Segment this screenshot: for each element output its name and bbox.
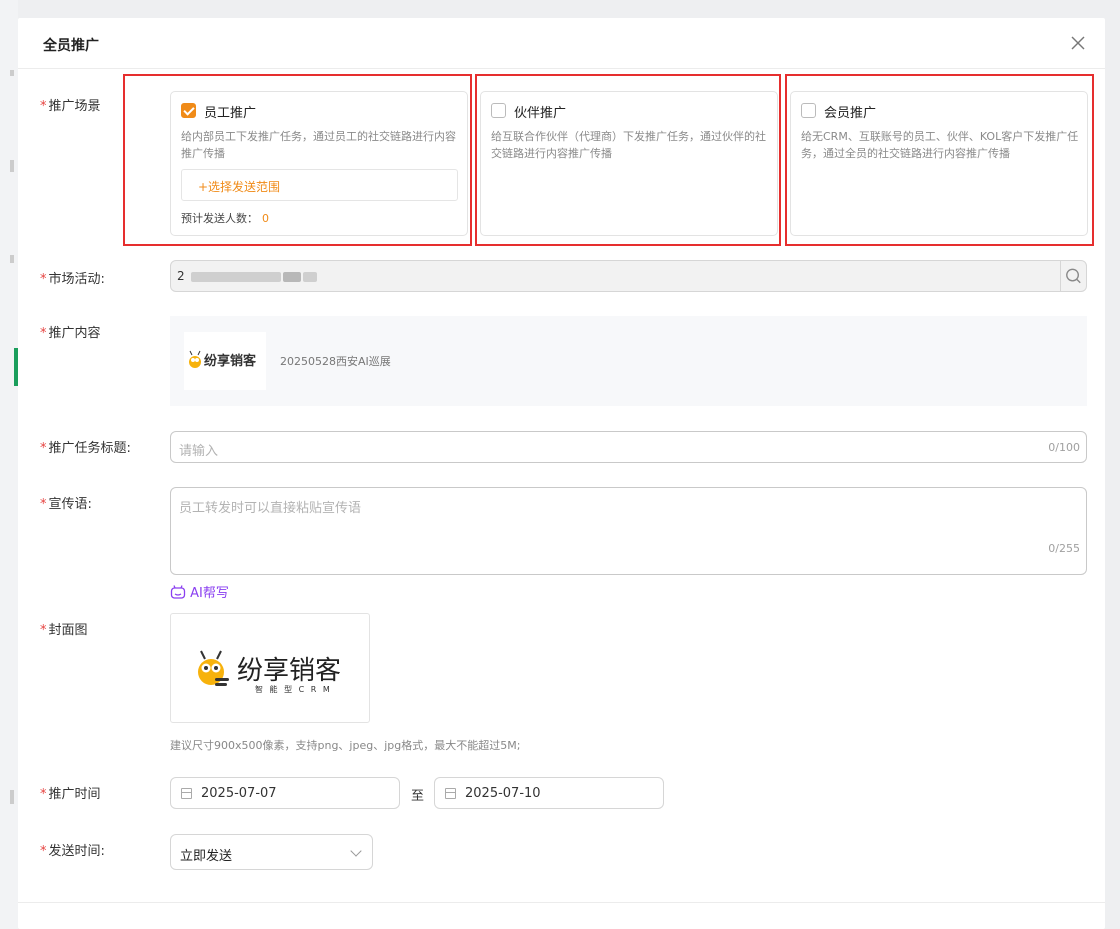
cover-image[interactable]: 纷享销客 智 能 型 C R M bbox=[170, 613, 370, 723]
promotion-dialog: 全员推广 * 推广场景 员工推广 给内部员工下发推广任务，通过员工的社交链路进行内… bbox=[18, 18, 1105, 929]
robot-icon bbox=[170, 585, 186, 599]
dialog-header: 全员推广 bbox=[18, 18, 1105, 69]
task-title-input[interactable]: 请输入 0/100 bbox=[170, 431, 1087, 463]
slogan-label: * 宣传语: bbox=[40, 497, 92, 512]
background-mark bbox=[10, 70, 14, 76]
blurred-value bbox=[191, 272, 281, 282]
background-mark bbox=[10, 160, 14, 172]
background-mark bbox=[10, 790, 14, 804]
calendar-icon bbox=[181, 788, 192, 799]
market-value: 2 bbox=[177, 269, 185, 283]
ai-write-button[interactable]: AI帮写 bbox=[170, 582, 229, 601]
content-thumbnail[interactable]: 纷享销客 bbox=[184, 332, 266, 390]
task-title-counter: 0/100 bbox=[1048, 441, 1080, 454]
highlight-frame bbox=[785, 74, 1094, 246]
content-panel: 纷享销客 20250528西安AI巡展 bbox=[170, 316, 1087, 406]
brand-name: 纷享销客 bbox=[237, 656, 342, 686]
task-title-label: * 推广任务标题: bbox=[40, 441, 131, 456]
content-logo-text: 纷享销客 bbox=[204, 354, 257, 369]
slogan-textarea[interactable]: 员工转发时可以直接粘贴宣传语 0/255 bbox=[170, 487, 1087, 575]
chevron-down-icon bbox=[350, 845, 362, 857]
brand-subtitle: 智 能 型 C R M bbox=[255, 685, 332, 694]
highlight-frame bbox=[475, 74, 781, 246]
market-activity-input[interactable]: 2 bbox=[170, 260, 1087, 292]
slogan-placeholder: 员工转发时可以直接粘贴宣传语 bbox=[179, 501, 362, 516]
start-date-picker[interactable]: 2025-07-07 bbox=[170, 777, 400, 809]
background-page bbox=[0, 0, 18, 929]
calendar-icon bbox=[445, 788, 456, 799]
slogan-counter: 0/255 bbox=[1048, 542, 1080, 555]
send-time-label: * 发送时间: bbox=[40, 844, 105, 859]
end-date-picker[interactable]: 2025-07-10 bbox=[434, 777, 664, 809]
dialog-title: 全员推广 bbox=[43, 38, 99, 54]
market-label: * 市场活动: bbox=[40, 272, 105, 287]
content-name: 20250528西安AI巡展 bbox=[280, 355, 391, 368]
highlight-frame bbox=[123, 74, 472, 246]
task-title-placeholder: 请输入 bbox=[179, 444, 219, 459]
send-time-value: 立即发送 bbox=[180, 849, 233, 864]
bee-logo-icon bbox=[198, 650, 229, 686]
content-label: * 推广内容 bbox=[40, 326, 101, 341]
search-icon[interactable] bbox=[1060, 261, 1086, 291]
period-separator: 至 bbox=[411, 789, 425, 804]
scene-label: * 推广场景 bbox=[40, 99, 101, 114]
blurred-value bbox=[303, 272, 317, 282]
cover-label: * 封面图 bbox=[40, 623, 88, 638]
cover-hint: 建议尺寸900x500像素，支持png、jpeg、jpg格式，最大不能超过5M; bbox=[170, 739, 521, 752]
footer-divider bbox=[18, 902, 1105, 903]
period-label: * 推广时间 bbox=[40, 787, 101, 802]
end-date-value: 2025-07-10 bbox=[465, 786, 541, 801]
start-date-value: 2025-07-07 bbox=[201, 786, 277, 801]
blurred-value bbox=[283, 272, 301, 282]
background-mark bbox=[10, 255, 14, 263]
close-icon[interactable] bbox=[1067, 32, 1089, 54]
send-time-select[interactable]: 立即发送 bbox=[170, 834, 373, 870]
